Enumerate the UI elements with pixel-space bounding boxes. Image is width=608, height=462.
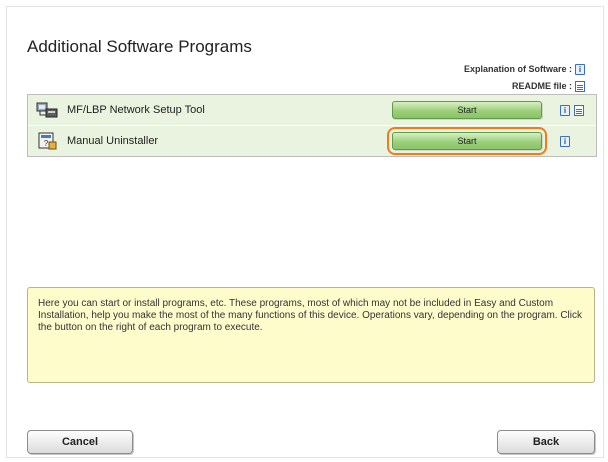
network-tool-icon	[35, 100, 59, 120]
readme-doc-icon	[575, 81, 585, 92]
back-button[interactable]: Back	[497, 430, 595, 454]
start-manual-uninstaller-button[interactable]: Start	[387, 127, 547, 155]
explanation-info-icon[interactable]: i	[560, 135, 570, 147]
program-name: MF/LBP Network Setup Tool	[67, 104, 205, 116]
row-actions: i	[560, 104, 584, 116]
info-icon: i	[575, 64, 585, 75]
legend-explanation: Explanation of Software : i	[464, 61, 585, 78]
installer-window: Additional Software Programs Explanation…	[6, 6, 604, 458]
legend-explanation-label: Explanation of Software :	[463, 64, 572, 74]
program-row-network-setup-tool: MF/LBP Network Setup Tool Start i	[28, 95, 596, 126]
cancel-button[interactable]: Cancel	[27, 430, 133, 454]
program-name: Manual Uninstaller	[67, 135, 159, 147]
page-title: Additional Software Programs	[27, 37, 252, 56]
row-actions: i	[560, 135, 570, 147]
icon-legend: Explanation of Software : i README file …	[464, 61, 585, 95]
start-network-setup-tool-button[interactable]: Start	[392, 101, 542, 119]
readme-doc-icon[interactable]	[574, 104, 584, 116]
legend-readme: README file :	[464, 78, 585, 95]
svg-text:?: ?	[44, 139, 49, 148]
legend-readme-label: README file :	[511, 81, 572, 91]
program-list: MF/LBP Network Setup Tool Start i ? Manu…	[27, 94, 597, 157]
uninstaller-icon: ?	[35, 131, 59, 151]
program-row-manual-uninstaller: ? Manual Uninstaller Start i	[28, 126, 596, 156]
explanation-info-icon[interactable]: i	[560, 104, 570, 116]
description-box: Here you can start or install programs, …	[27, 287, 595, 383]
